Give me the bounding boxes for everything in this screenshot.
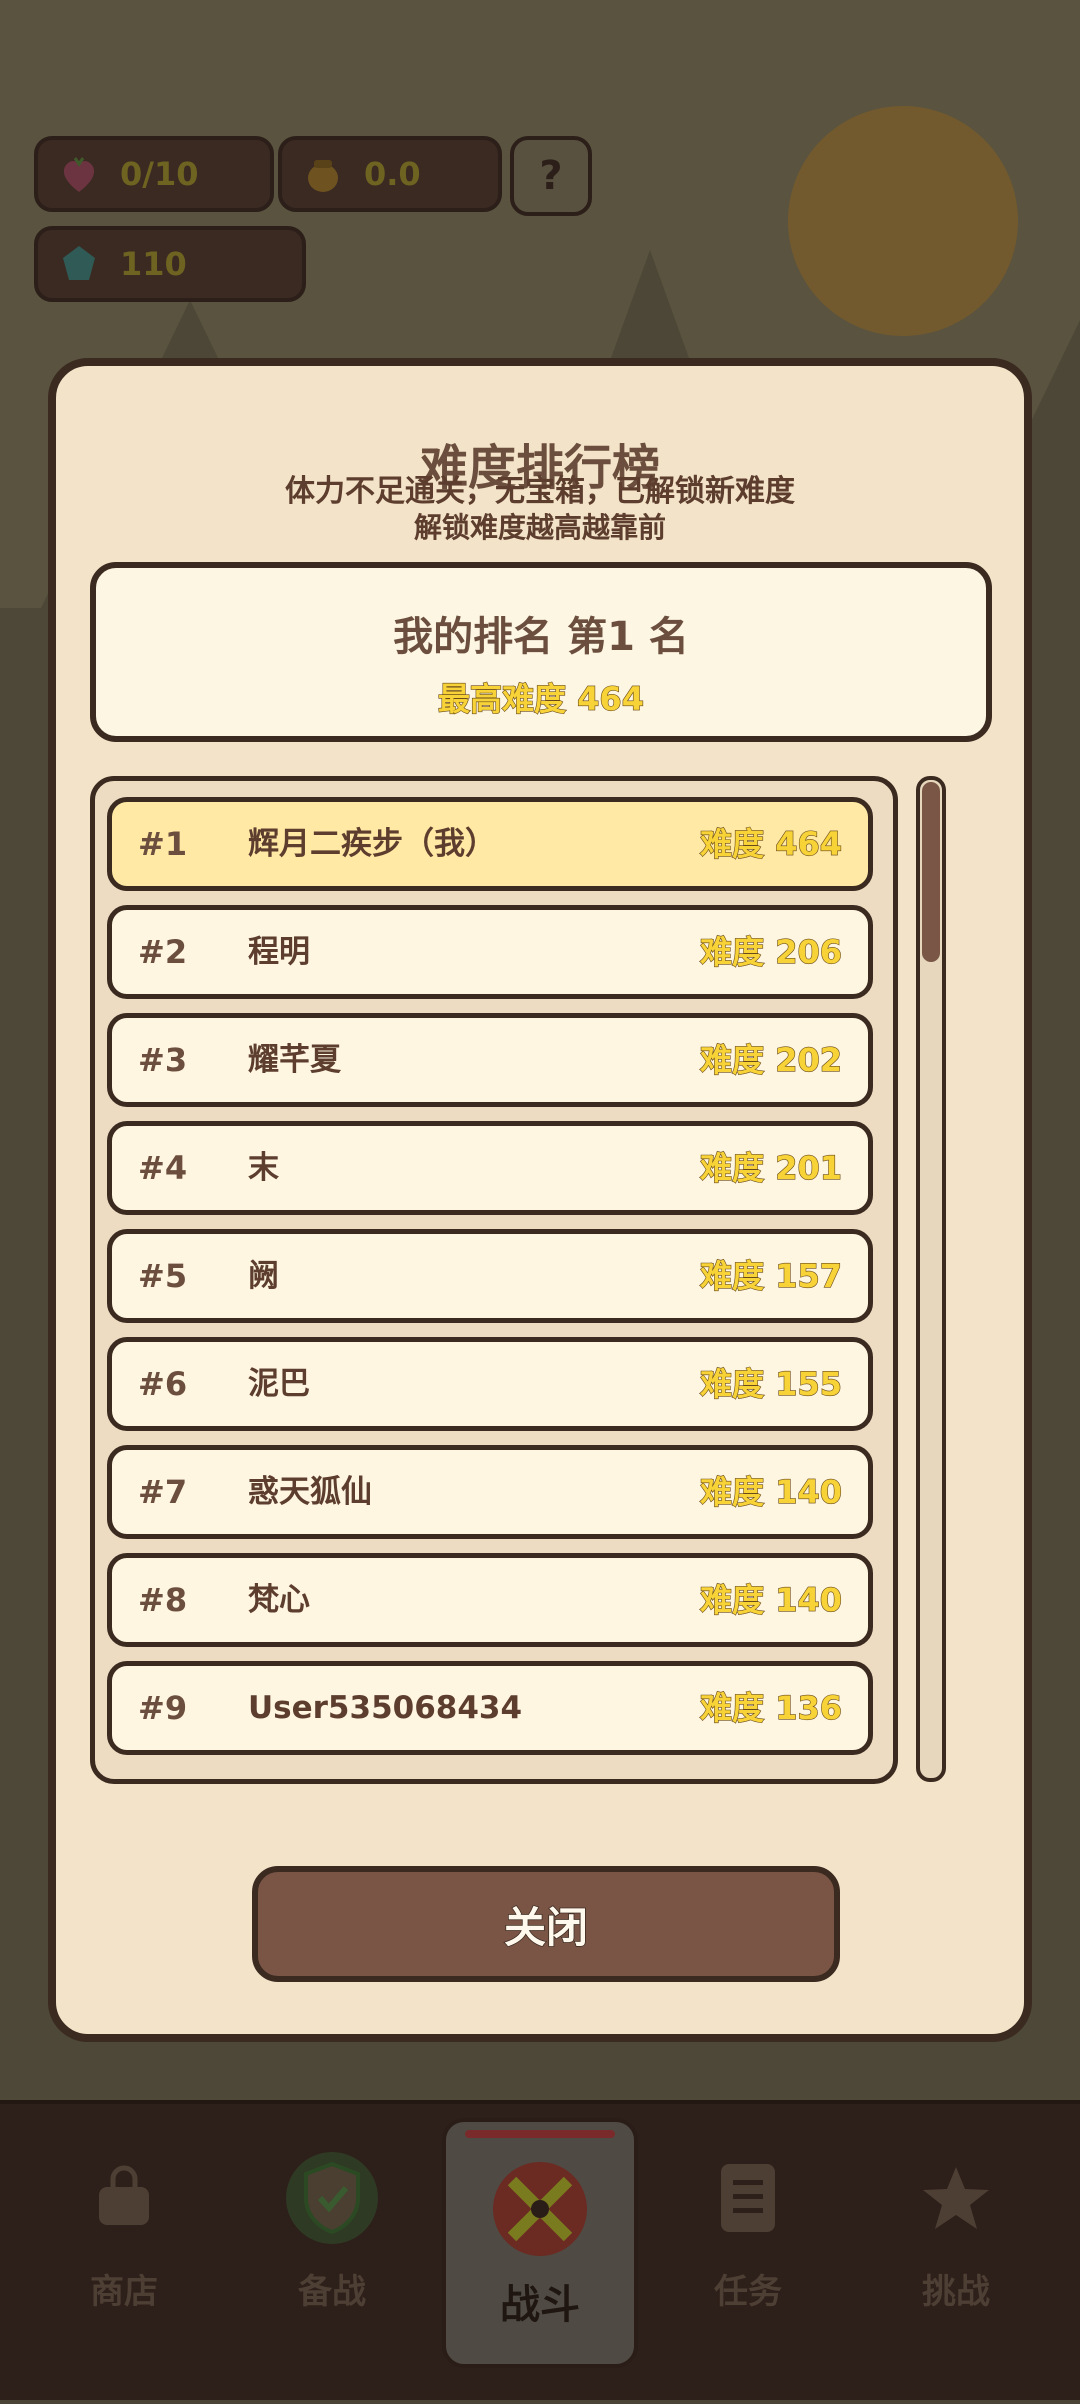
help-button[interactable]: ? [510,136,592,216]
rank-number: #6 [138,1365,188,1403]
player-difficulty: 难度 155 [699,1364,842,1403]
nav-challenge[interactable]: 挑战 [852,2104,1060,2404]
close-button-label: 关闭 [503,1902,589,1953]
player-name: 耀芊夏 [248,1042,341,1078]
shop-bag-icon [74,2148,174,2248]
nav-label: 任务 [714,2272,782,2312]
player-name: 辉月二疾步（我） [248,826,496,862]
rank-number: #4 [138,1149,188,1187]
gem-counter: 110 [34,226,306,302]
leaderboard-row[interactable]: #7 惑天狐仙 难度 140 [107,1445,873,1539]
leaderboard-modal: 难度排行榜 体力不足通关，无宝箱，已解锁新难度 解锁难度越高越靠前 我的排名 第… [48,358,1032,2042]
rank-number: #9 [138,1689,188,1727]
rank-number: #5 [138,1257,188,1295]
scrollbar-thumb[interactable] [922,782,940,962]
energy-counter: 0/10 [34,136,274,212]
help-label: ? [539,153,563,199]
player-difficulty: 难度 140 [699,1580,842,1619]
player-difficulty: 难度 136 [699,1688,842,1727]
player-difficulty: 难度 201 [699,1148,842,1187]
player-difficulty: 难度 140 [699,1472,842,1511]
leaderboard-row[interactable]: #4 末 难度 201 [107,1121,873,1215]
active-indicator [465,2130,615,2138]
player-name: 程明 [248,934,310,970]
leaderboard-row[interactable]: #2 程明 难度 206 [107,905,873,999]
rank-number: #8 [138,1581,188,1619]
crossed-swords-icon [485,2154,595,2264]
sun [788,106,1018,336]
gem-value: 110 [120,245,187,283]
leaderboard-row[interactable]: #3 耀芊夏 难度 202 [107,1013,873,1107]
player-name: User535068434 [248,1690,523,1726]
close-button[interactable]: 关闭 [252,1866,840,1982]
heart-berry-icon [56,151,102,197]
player-name: 梵心 [248,1582,310,1618]
nav-tasks[interactable]: 任务 [644,2104,852,2404]
player-name: 末 [248,1150,279,1186]
honey-value: 0.0 [364,155,421,193]
nav-shop[interactable]: 商店 [20,2104,228,2404]
honey-counter: 0.0 [278,136,502,212]
player-difficulty: 难度 202 [699,1040,842,1079]
task-list-icon [698,2148,798,2248]
player-name: 阙 [248,1258,279,1294]
rank-number: #2 [138,933,188,971]
leaderboard-row[interactable]: #5 阙 难度 157 [107,1229,873,1323]
gem-icon [56,241,102,287]
nav-label: 挑战 [922,2272,990,2312]
leaderboard-row[interactable]: #6 泥巴 难度 155 [107,1337,873,1431]
leaderboard-list[interactable]: #1 辉月二疾步（我） 难度 464 #2 程明 难度 206 #3 耀芊夏 难度 202 #4 末… [90,776,898,1784]
modal-subtitle: 体力不足通关，无宝箱，已解锁新难度 [285,474,795,509]
nav-battle[interactable]: 战斗 [442,2118,638,2368]
leaderboard-row[interactable]: #9 User535068434 难度 136 [107,1661,873,1755]
player-difficulty: 难度 206 [699,932,842,971]
rank-number: #3 [138,1041,188,1079]
my-rank-card: 我的排名 第1 名 最高难度 464 [90,562,992,742]
star-icon [906,2148,1006,2248]
player-difficulty: 难度 157 [699,1256,842,1295]
nav-label: 备战 [298,2272,366,2312]
rank-number: #1 [138,825,188,863]
nav-label: 战斗 [500,2282,580,2328]
player-difficulty: 难度 464 [699,824,842,863]
rank-number: #7 [138,1473,188,1511]
leaderboard-row[interactable]: #1 辉月二疾步（我） 难度 464 [107,797,873,891]
nav-prepare[interactable]: 备战 [228,2104,436,2404]
my-rank-text: 我的排名 第1 名 [393,614,689,660]
honey-pot-icon [300,151,346,197]
best-difficulty: 最高难度 464 [437,679,644,718]
modal-subtitle-secondary: 解锁难度越高越靠前 [413,511,666,544]
energy-value: 0/10 [120,155,199,193]
nav-label: 商店 [90,2272,158,2312]
player-name: 泥巴 [248,1366,310,1402]
player-name: 惑天狐仙 [248,1474,372,1510]
bottom-nav: 商店 备战 战斗 任务 挑战 [0,2100,1080,2400]
leaderboard-row[interactable]: #8 梵心 难度 140 [107,1553,873,1647]
shield-check-icon [282,2148,382,2248]
leaderboard-scrollbar[interactable] [916,776,946,1782]
